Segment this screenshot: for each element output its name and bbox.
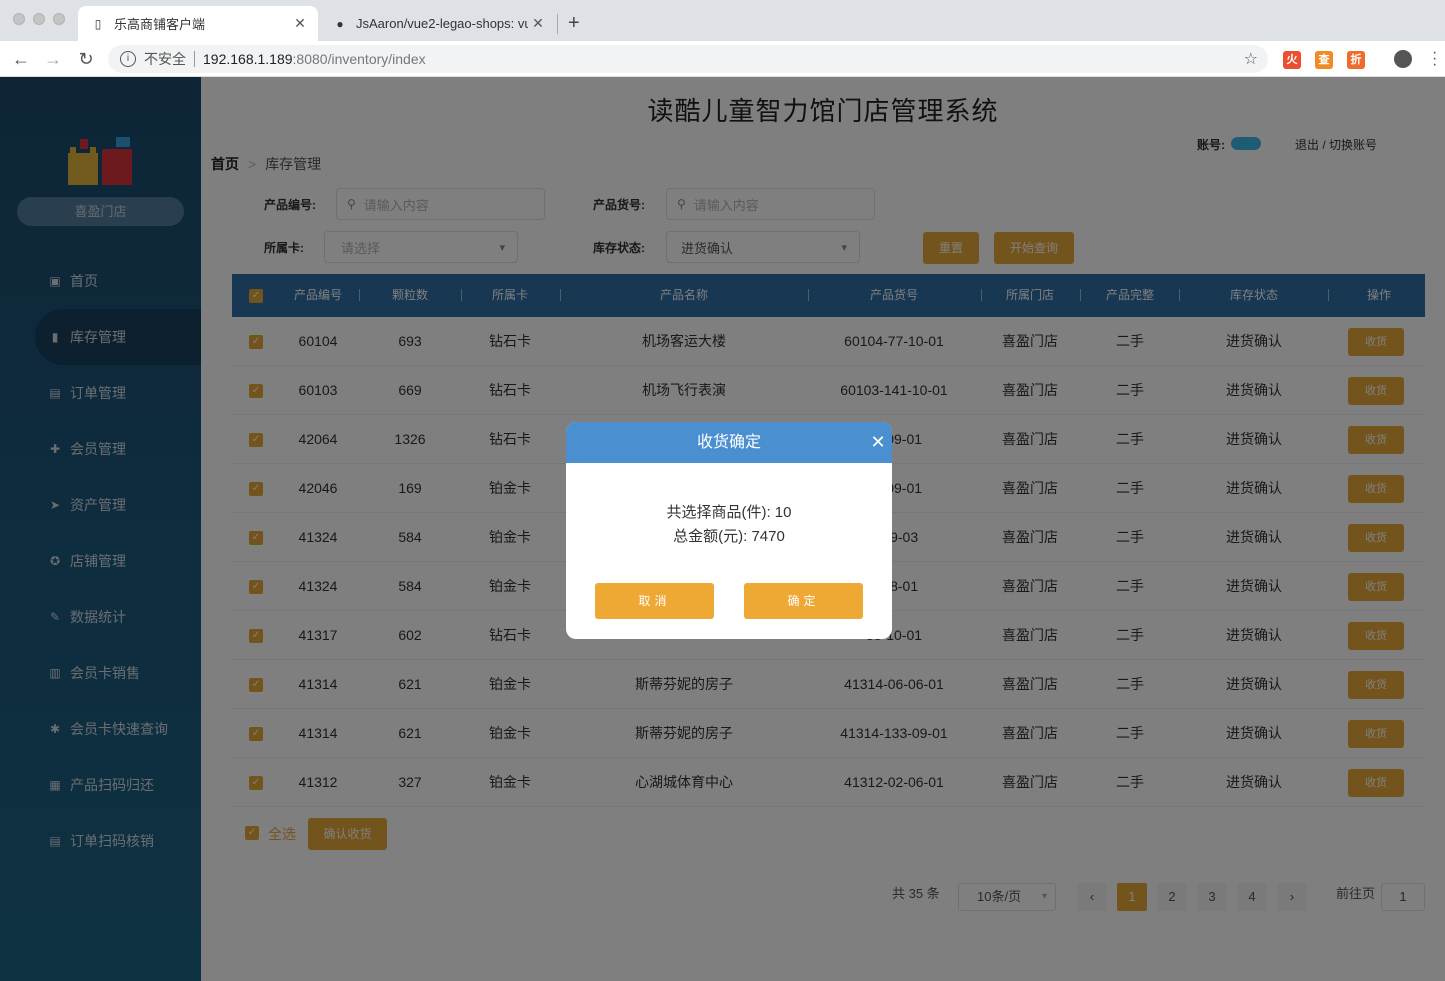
cancel-button[interactable]: 取消: [595, 583, 714, 619]
new-tab-icon[interactable]: +: [568, 12, 580, 35]
browser-menu-icon[interactable]: · · ·: [1432, 45, 1437, 73]
tab-close-icon[interactable]: ✕: [290, 15, 310, 32]
dialog-title: 收货确定: [566, 422, 892, 463]
divider: [194, 51, 195, 67]
tab-title: JsAaron/vue2-legao-shops: vu: [356, 16, 528, 31]
receive-confirm-dialog: 收货确定 ✕ 共选择商品(件): 10 总金额(元): 7470 取消 确定: [566, 422, 892, 639]
reload-icon[interactable]: ↻: [75, 49, 97, 70]
tab-title: 乐高商铺客户端: [114, 17, 206, 32]
back-icon[interactable]: ←: [10, 49, 32, 70]
profile-avatar-icon[interactable]: [1394, 50, 1412, 68]
extension-icon[interactable]: 折: [1347, 51, 1365, 69]
browser-tab-bar: ▯ 乐高商铺客户端 ✕ ● JsAaron/vue2-legao-shops: …: [0, 0, 1445, 41]
zoom-window-icon[interactable]: [53, 13, 65, 25]
close-icon[interactable]: ✕: [870, 422, 886, 463]
insecure-label: 不安全: [144, 51, 186, 67]
extension-icon[interactable]: 火: [1283, 51, 1301, 69]
ok-button[interactable]: 确定: [744, 583, 863, 619]
dialog-total-amount: 总金额(元): 7470: [673, 528, 785, 545]
extension-icon[interactable]: 查: [1315, 51, 1333, 69]
url-host: 192.168.1.189: [203, 51, 293, 67]
tab-close-icon[interactable]: ✕: [528, 15, 548, 32]
close-window-icon[interactable]: [13, 13, 25, 25]
page-icon: ▯: [94, 16, 102, 31]
tab-separator: [557, 14, 558, 34]
dialog-item-count: 共选择商品(件): 10: [666, 504, 792, 521]
browser-tab[interactable]: ● JsAaron/vue2-legao-shops: vu ✕: [320, 6, 556, 41]
address-bar[interactable]: i 不安全 192.168.1.189:8080/inventory/index…: [108, 45, 1268, 73]
github-icon: ●: [336, 16, 344, 31]
browser-toolbar: ← → ↻ i 不安全 192.168.1.189:8080/inventory…: [0, 41, 1445, 77]
url-path: :8080/inventory/index: [292, 51, 426, 67]
browser-tab-active[interactable]: ▯ 乐高商铺客户端 ✕: [78, 6, 318, 41]
bookmark-star-icon[interactable]: ☆: [1244, 49, 1258, 69]
info-icon[interactable]: i: [120, 51, 136, 67]
minimize-window-icon[interactable]: [33, 13, 45, 25]
forward-icon[interactable]: →: [42, 49, 64, 70]
